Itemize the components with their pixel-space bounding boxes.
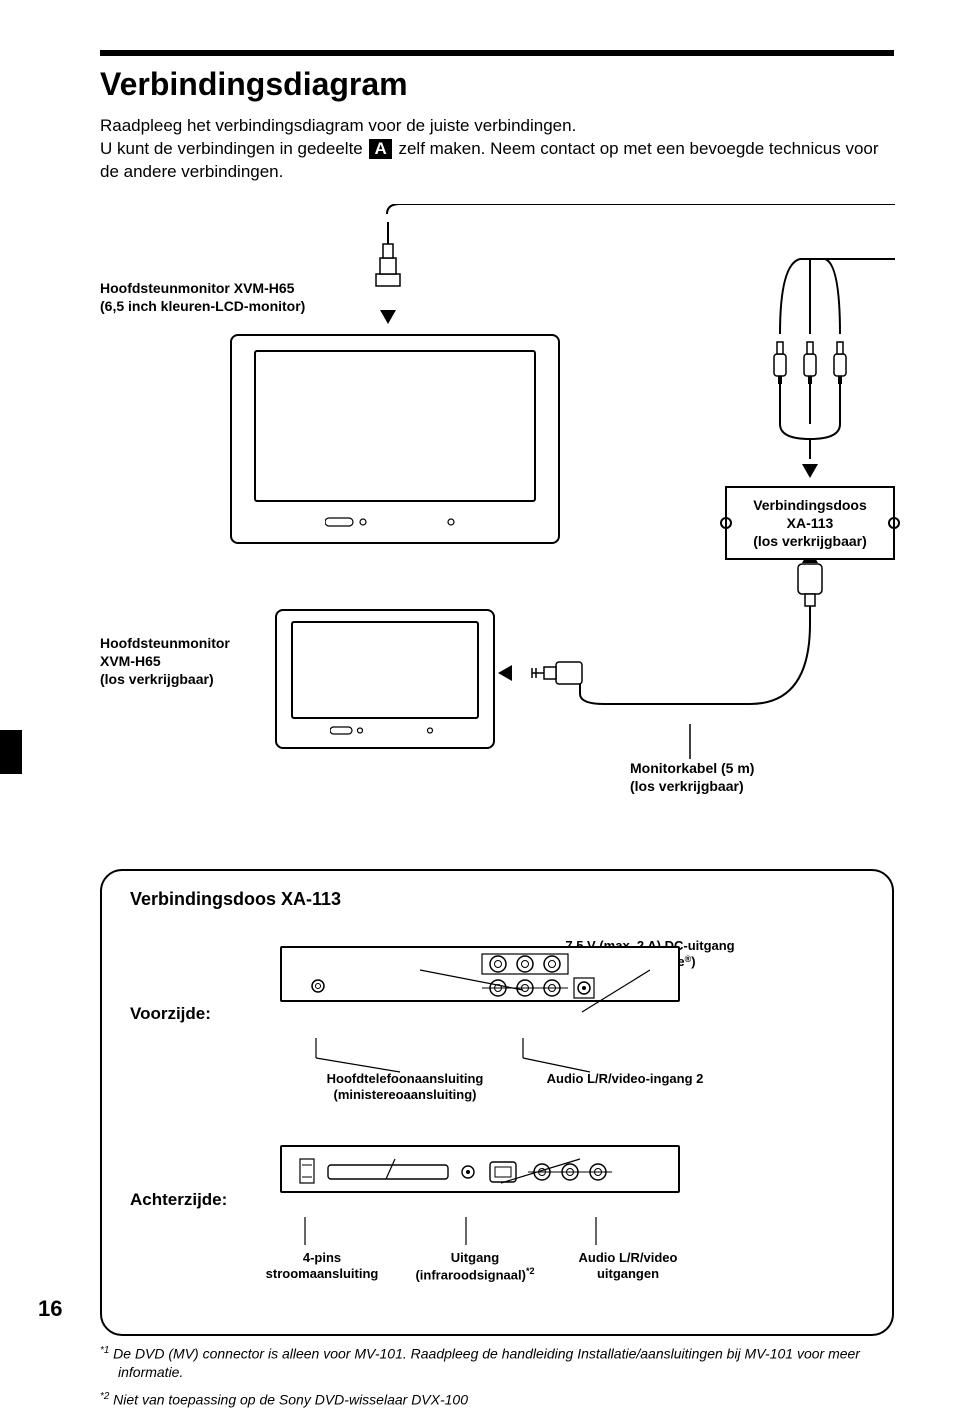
cable-label-l1: Monitorkabel (5 m) <box>630 760 754 776</box>
f2-sup: *2 <box>100 1391 109 1402</box>
xa113-detail-box: Verbindingsdoos XA-113 Voorzijde: Audio … <box>100 869 894 1336</box>
detail-box-title: Verbindingsdoos XA-113 <box>130 889 864 910</box>
rb3-l1: Audio L/R/video <box>579 1250 678 1265</box>
connection-box-xa113: Verbindingsdoos XA-113 (los verkrijgbaar… <box>725 486 895 561</box>
section-a-marker: A <box>369 139 391 159</box>
rear-panel <box>280 1145 680 1193</box>
rb2-l1: Uitgang <box>451 1250 499 1265</box>
front-bot-right-label: Audio L/R/video-ingang 2 <box>520 1071 730 1087</box>
monitor2-screen <box>291 621 479 719</box>
connbox-knob-left <box>720 517 732 529</box>
connbox-knob-right <box>888 517 900 529</box>
connbox-l2: XA-113 <box>787 515 834 531</box>
rear-bot-1-label: 4-pins stroomaansluiting <box>252 1250 392 1283</box>
front-panel <box>280 946 680 1002</box>
arrow-down-icon <box>380 310 396 324</box>
arrow-left-icon <box>498 665 512 681</box>
monitor1-controls <box>232 515 558 534</box>
monitor1-label-l1: Hoofdsteunmonitor XVM-H65 <box>100 280 294 296</box>
monitor2-label-l2: XVM-H65 <box>100 653 161 669</box>
cable-label-l2: (los verkrijgbaar) <box>630 778 744 794</box>
rb2-l2a: (infraroodsignaal) <box>415 1267 526 1282</box>
f1-text: De DVD (MV) connector is alleen voor MV-… <box>109 1345 860 1380</box>
intro-paragraph: Raadpleeg het verbindingsdiagram voor de… <box>100 115 894 184</box>
connection-diagram: Hoofdsteunmonitor XVM-H65 (6,5 inch kleu… <box>100 204 895 844</box>
rb3-l2: uitgangen <box>597 1266 659 1281</box>
headrest-monitor-2 <box>275 609 495 749</box>
arrow-down-icon <box>802 464 818 478</box>
monitor2-controls <box>277 724 493 742</box>
monitor1-label: Hoofdsteunmonitor XVM-H65 (6,5 inch kleu… <box>100 279 330 315</box>
f1-sup: *1 <box>100 1345 109 1356</box>
front-bot-left-label: Hoofdtelefoonaansluiting (ministereoaans… <box>300 1071 510 1104</box>
rb1-l1: 4-pins <box>303 1250 341 1265</box>
front-side-label: Voorzijde: <box>130 1004 211 1024</box>
monitor2-label: Hoofdsteunmonitor XVM-H65 (los verkrijgb… <box>100 634 270 689</box>
monitor1-label-l2: (6,5 inch kleuren-LCD-monitor) <box>100 298 305 314</box>
monitor2-label-l3: (los verkrijgbaar) <box>100 671 214 687</box>
f2-text: Niet van toepassing op de Sony DVD-wisse… <box>109 1392 468 1408</box>
connbox-l1: Verbindingsdoos <box>753 497 867 513</box>
rb1-l2: stroomaansluiting <box>266 1266 379 1281</box>
rear-bot-3-label: Audio L/R/video uitgangen <box>558 1250 698 1283</box>
monitor1-screen <box>254 350 536 502</box>
fbl-l1: Hoofdtelefoonaansluiting <box>327 1071 484 1086</box>
intro-line1: Raadpleeg het verbindingsdiagram voor de… <box>100 116 576 135</box>
connbox-l3: (los verkrijgbaar) <box>753 533 867 549</box>
rear-side-label: Achterzijde: <box>130 1190 227 1210</box>
headrest-monitor-1 <box>230 334 560 544</box>
intro-line2a: U kunt de verbindingen in gedeelte <box>100 139 367 158</box>
page-number: 16 <box>38 1296 62 1322</box>
monitor2-label-l1: Hoofdsteunmonitor <box>100 635 230 651</box>
fbl-l2: (ministereoaansluiting) <box>333 1087 476 1102</box>
footnote-2: *2 Niet van toepassing op de Sony DVD-wi… <box>100 1390 894 1410</box>
monitor-cable-label: Monitorkabel (5 m) (los verkrijgbaar) <box>630 759 754 795</box>
rear-bot-2-label: Uitgang (infraroodsignaal)*2 <box>400 1250 550 1284</box>
title-rule <box>100 50 894 56</box>
ftr-l2b: ) <box>691 954 695 969</box>
footnote-1: *1 De DVD (MV) connector is alleen voor … <box>100 1344 894 1382</box>
page-container: Verbindingsdiagram Raadpleeg het verbind… <box>0 0 954 1352</box>
rb2-sup: *2 <box>526 1266 535 1276</box>
page-title: Verbindingsdiagram <box>100 66 894 103</box>
